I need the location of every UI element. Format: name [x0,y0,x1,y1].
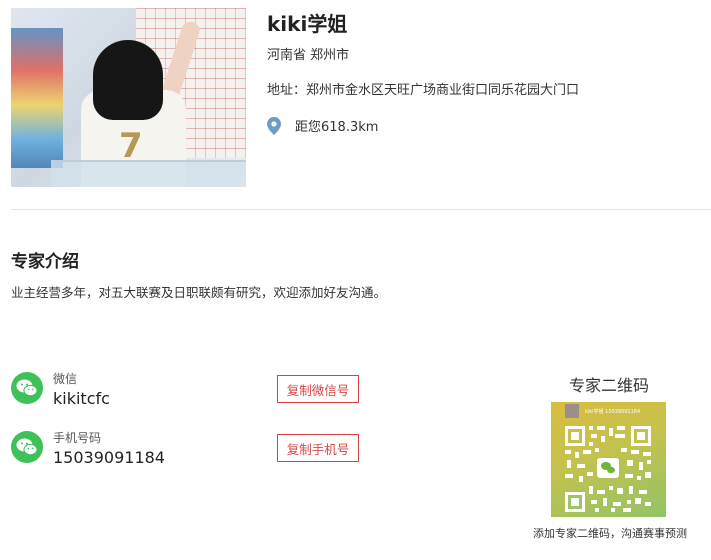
location-pin-icon [267,116,281,135]
qr-header-text: kiki学姐 15039091184 [585,408,640,415]
expert-photo: 7 [11,8,246,187]
copy-wechat-button[interactable]: 复制微信号 [277,375,359,403]
qr-code-image: kiki学姐 15039091184 [565,404,651,512]
distance-text: 距您618.3km [295,120,379,135]
qr-caption: 添加专家二维码，沟通赛事预测 [533,527,687,540]
wechat-icon [11,431,43,463]
wechat-label: 微信 [53,372,78,386]
contact-phone-row: 手机号码 15039091184 [11,431,165,469]
copy-phone-button[interactable]: 复制手机号 [277,434,359,462]
wechat-icon [11,372,43,404]
intro-text: 业主经营多年，对五大联赛及日职联颇有研究，欢迎添加好友沟通。 [11,285,387,300]
wechat-id: kikitcfc [53,389,110,408]
section-title-intro: 专家介绍 [11,252,79,272]
expert-name: kiki学姐 [267,12,348,36]
expert-region: 河南省 郑州市 [267,48,350,63]
distance-row: 距您618.3km [267,116,378,135]
expert-address: 地址：郑州市金水区天旺广场商业街口同乐花园大门口 [267,83,580,98]
contact-wechat-row: 微信 kikitcfc [11,372,110,410]
divider [11,209,711,210]
qr-title: 专家二维码 [568,376,649,395]
phone-number: 15039091184 [53,448,165,467]
phone-label: 手机号码 [53,431,102,445]
qr-code[interactable]: kiki学姐 15039091184 [551,402,666,517]
